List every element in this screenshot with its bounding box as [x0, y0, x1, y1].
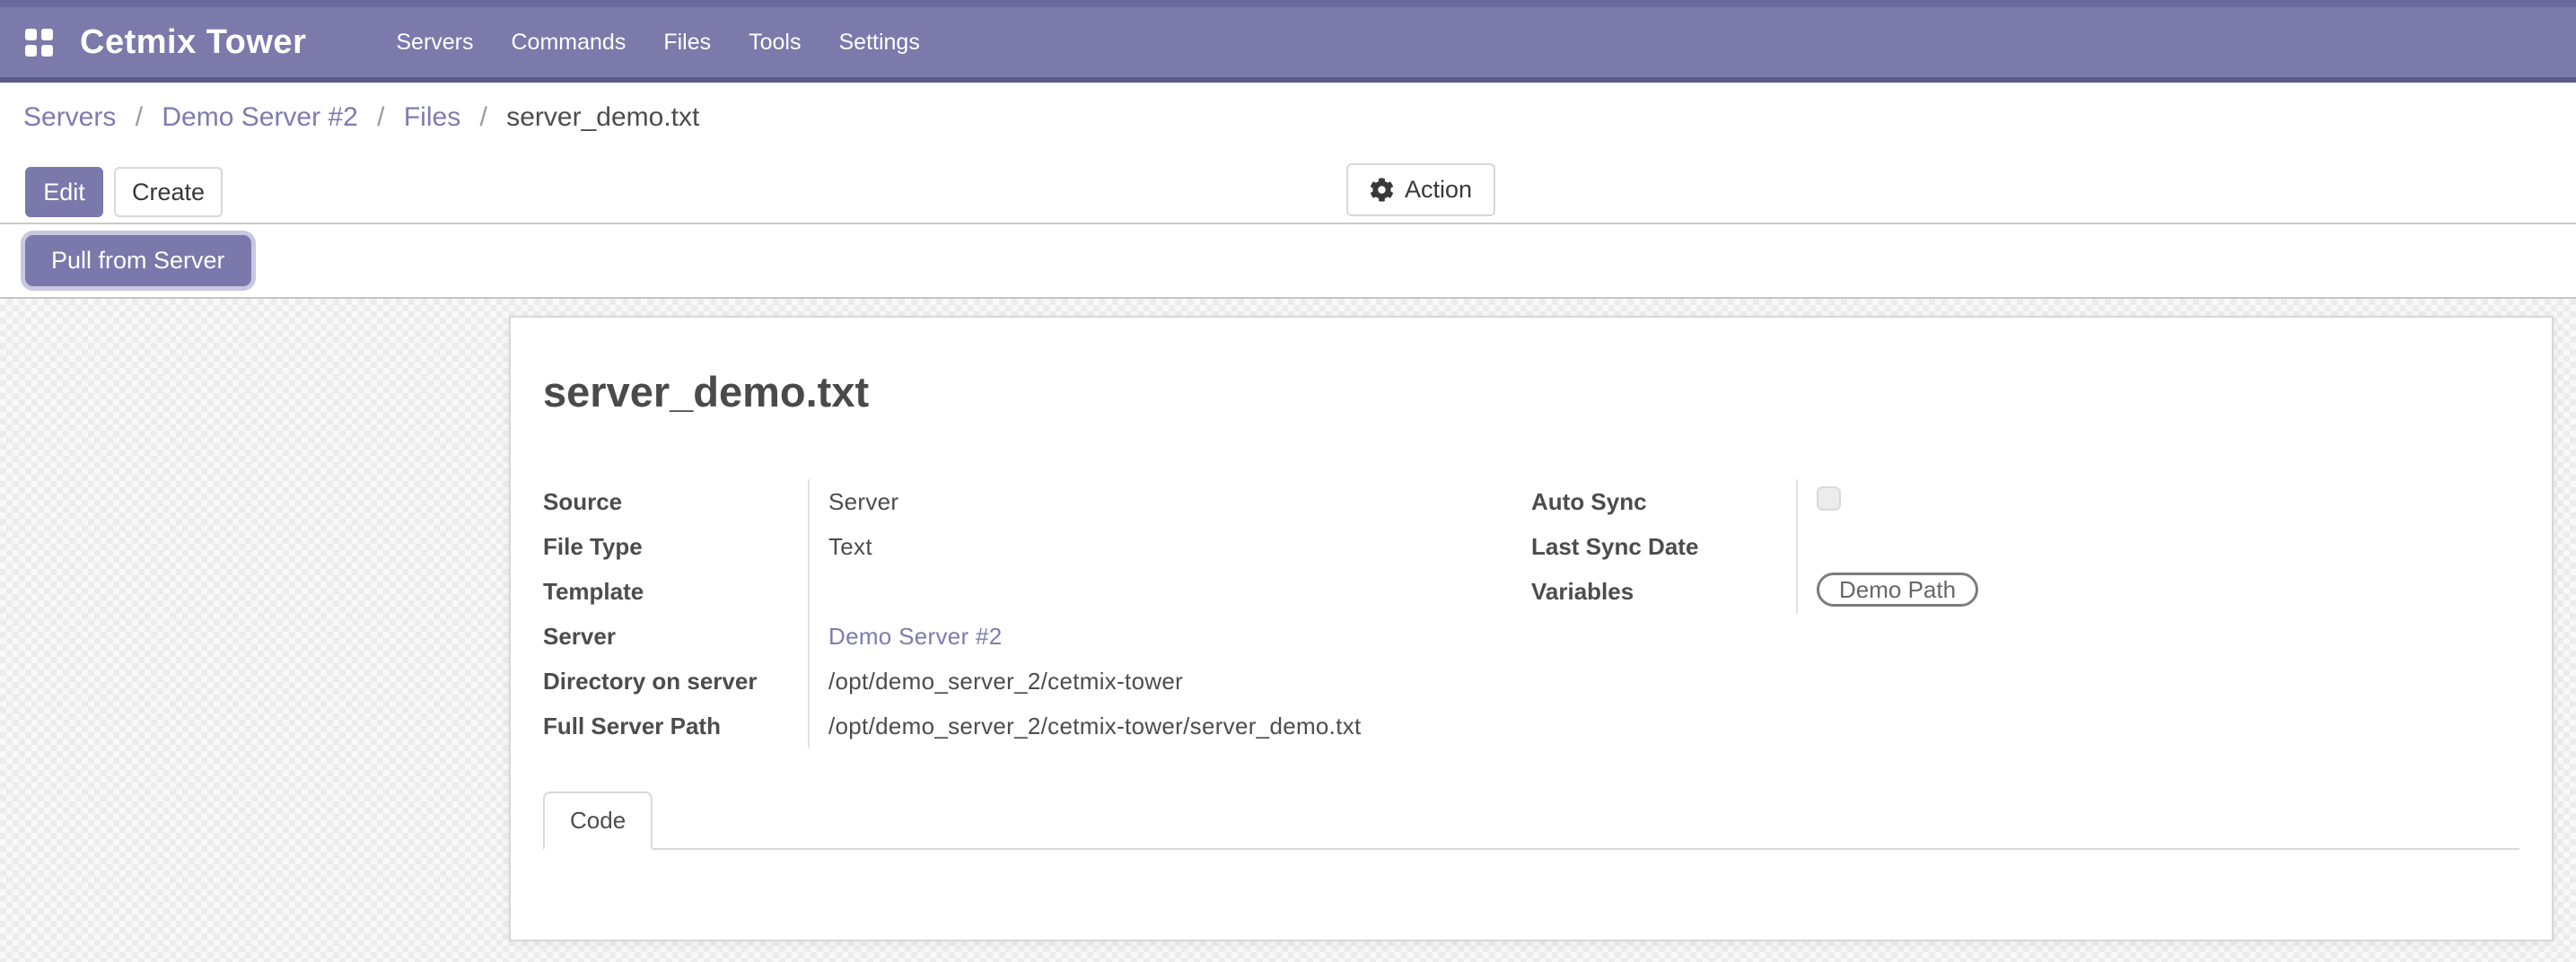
field-value-file-type: Text [810, 524, 1531, 569]
notebook: Code [543, 790, 2519, 941]
field-value-server-link[interactable]: Demo Server #2 [810, 614, 1531, 659]
menu-item-commands[interactable]: Commands [512, 30, 626, 56]
control-panel: Servers / Demo Server #2 / Files / serve… [0, 83, 2576, 224]
breadcrumb-current: server_demo.txt [506, 102, 699, 132]
apps-menu-square [25, 29, 37, 40]
field-value-auto-sync-cell [1798, 479, 2519, 524]
field-label-file-type: File Type [543, 524, 810, 569]
breadcrumb-separator: / [480, 102, 487, 132]
menu-item-servers[interactable]: Servers [396, 30, 473, 56]
field-value-variables-cell: Demo Path [1798, 569, 2519, 614]
field-label-source: Source [543, 479, 810, 524]
breadcrumb-separator: / [136, 102, 143, 132]
field-group-right: Auto Sync Last Sync Date Variables Demo … [1531, 479, 2519, 748]
menu-item-settings[interactable]: Settings [839, 30, 920, 56]
field-label-directory-on-server: Directory on server [543, 659, 810, 704]
field-label-server: Server [543, 614, 810, 659]
breadcrumb: Servers / Demo Server #2 / Files / serve… [23, 101, 699, 135]
statusbar: Pull from Server [0, 224, 2576, 299]
action-button-label: Action [1405, 176, 1472, 204]
field-value-template [810, 569, 1531, 614]
breadcrumb-link-demo-server-2[interactable]: Demo Server #2 [162, 102, 357, 132]
create-button[interactable]: Create [114, 167, 223, 217]
form-sheet: server_demo.txt Source Server File Type … [509, 316, 2554, 941]
field-label-auto-sync: Auto Sync [1531, 479, 1798, 524]
edit-button[interactable]: Edit [25, 167, 103, 217]
field-value-source: Server [810, 479, 1531, 524]
field-value-full-server-path: /opt/demo_server_2/cetmix-tower/server_d… [810, 704, 1531, 748]
apps-menu-square [25, 45, 37, 57]
menu-item-files[interactable]: Files [663, 30, 711, 56]
tab-code[interactable]: Code [543, 791, 653, 850]
breadcrumb-link-servers[interactable]: Servers [23, 102, 116, 132]
field-label-variables: Variables [1531, 569, 1798, 614]
pull-from-server-button[interactable]: Pull from Server [25, 235, 251, 286]
field-group-left: Source Server File Type Text Template Se… [543, 479, 1531, 748]
menu-item-tools[interactable]: Tools [749, 30, 801, 56]
auto-sync-checkbox[interactable] [1817, 486, 1841, 511]
apps-menu-icon[interactable] [25, 29, 53, 57]
field-value-last-sync-date [1798, 524, 2519, 569]
field-label-template: Template [543, 569, 810, 614]
record-title: server_demo.txt [543, 368, 2519, 416]
variable-tag-demo-path[interactable]: Demo Path [1817, 573, 1978, 607]
apps-menu-square [41, 29, 53, 40]
notebook-tab-bar: Code [543, 790, 2519, 850]
form-background: server_demo.txt Source Server File Type … [0, 299, 2576, 962]
action-button[interactable]: Action [1346, 163, 1495, 216]
breadcrumb-separator: / [377, 102, 384, 132]
app-brand[interactable]: Cetmix Tower [80, 23, 306, 62]
breadcrumb-link-files[interactable]: Files [404, 102, 460, 132]
tab-code-content [543, 850, 2519, 941]
main-menu: Servers Commands Files Tools Settings [396, 30, 919, 56]
field-label-last-sync-date: Last Sync Date [1531, 524, 1798, 569]
field-label-full-server-path: Full Server Path [543, 704, 810, 748]
apps-menu-square [41, 45, 53, 57]
field-groups: Source Server File Type Text Template Se… [543, 479, 2519, 748]
control-panel-buttons: Edit Create [25, 167, 223, 217]
top-navbar: Cetmix Tower Servers Commands Files Tool… [0, 0, 2576, 83]
field-value-directory-on-server: /opt/demo_server_2/cetmix-tower [810, 659, 1531, 704]
gear-icon [1370, 178, 1394, 202]
